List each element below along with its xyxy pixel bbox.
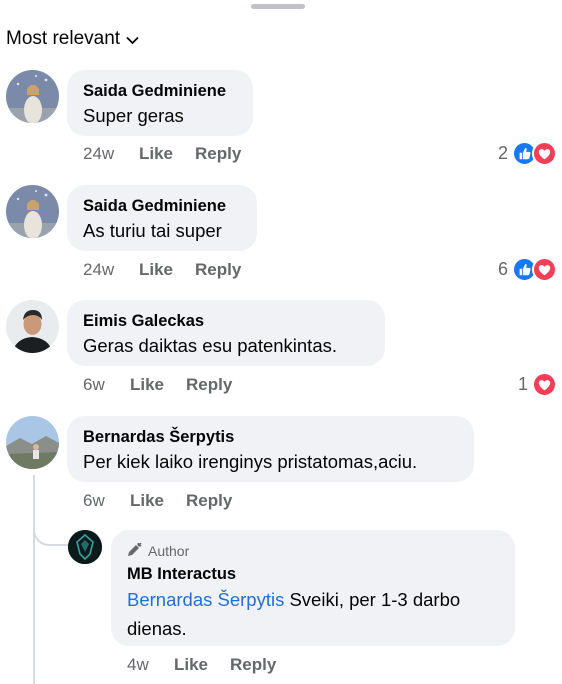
comment-text: Super geras [83, 105, 184, 126]
thread-line [33, 475, 35, 684]
reply-button[interactable]: Reply [195, 260, 241, 280]
love-reaction-icon [532, 372, 557, 397]
mention-link[interactable]: Bernardas Šerpytis [127, 589, 284, 610]
pen-icon [127, 541, 143, 560]
reaction-count: 6 [497, 259, 508, 279]
drag-handle[interactable] [251, 4, 305, 9]
comment-actions: 6w Like Reply [83, 491, 254, 511]
reaction-count: 2 [497, 143, 508, 163]
sort-label: Most relevant [6, 28, 121, 49]
comment-bubble: Saida Gedminiene As turiu tai super [67, 185, 257, 251]
sort-dropdown[interactable]: Most relevant [6, 28, 139, 50]
like-button[interactable]: Like [130, 491, 164, 511]
comment-bubble: Bernardas Šerpytis Per kiek laiko irengi… [67, 416, 474, 482]
thread-connector [33, 508, 69, 546]
avatar[interactable] [6, 185, 59, 238]
reply-bubble: Author MB Interactus Bernardas Šerpytis … [111, 530, 515, 646]
comment-time[interactable]: 6w [83, 491, 130, 511]
avatar[interactable] [6, 70, 59, 123]
reaction-count: 1 [517, 374, 528, 394]
reply-time[interactable]: 4w [127, 655, 174, 675]
comment-actions: 6w Like Reply [83, 375, 254, 395]
reply-text-line2: dienas. [127, 618, 187, 639]
comment-text: Per kiek laiko irenginys pristatomas,aci… [83, 451, 418, 472]
reaction-summary[interactable]: 6 [498, 257, 557, 282]
reply-button[interactable]: Reply [186, 375, 232, 395]
comment-bubble: Saida Gedminiene Super geras [67, 70, 253, 136]
reply-actions: 4w Like Reply [127, 655, 298, 675]
comment-actions: 24w Like Reply [83, 144, 263, 164]
comment-text: Geras daiktas esu patenkintas. [83, 335, 338, 356]
avatar[interactable] [6, 416, 59, 469]
author-avatar[interactable] [68, 530, 102, 564]
comment-bubble: Eimis Galeckas Geras daiktas esu patenki… [67, 300, 385, 366]
love-reaction-icon [532, 141, 557, 166]
author-badge-label: Author [148, 543, 190, 559]
reply-author-name[interactable]: MB Interactus [127, 563, 499, 585]
reaction-summary[interactable]: 2 [498, 141, 557, 166]
reply-button[interactable]: Reply [195, 144, 241, 164]
comment-actions: 24w Like Reply [83, 260, 263, 280]
comment-text: As turiu tai super [83, 220, 222, 241]
reply-button[interactable]: Reply [230, 655, 276, 675]
reaction-summary[interactable]: 1 [518, 372, 557, 397]
chevron-down-icon [126, 32, 139, 48]
like-button[interactable]: Like [130, 375, 164, 395]
love-reaction-icon [532, 257, 557, 282]
avatar[interactable] [6, 300, 59, 353]
like-button[interactable]: Like [139, 260, 173, 280]
commenter-name[interactable]: Eimis Galeckas [83, 310, 369, 332]
comment-time[interactable]: 24w [83, 144, 139, 164]
reply-button[interactable]: Reply [186, 491, 232, 511]
reply-text-part: Sveiki, per 1-3 darbo [284, 589, 461, 610]
commenter-name[interactable]: Bernardas Šerpytis [83, 426, 458, 448]
commenter-name[interactable]: Saida Gedminiene [83, 195, 241, 217]
like-button[interactable]: Like [139, 144, 173, 164]
reply-text: Bernardas Šerpytis Sveiki, per 1-3 darbo [127, 585, 499, 614]
author-badge: Author [127, 541, 499, 560]
commenter-name[interactable]: Saida Gedminiene [83, 80, 237, 102]
like-button[interactable]: Like [174, 655, 208, 675]
comment-time[interactable]: 24w [83, 260, 139, 280]
comment-time[interactable]: 6w [83, 375, 130, 395]
